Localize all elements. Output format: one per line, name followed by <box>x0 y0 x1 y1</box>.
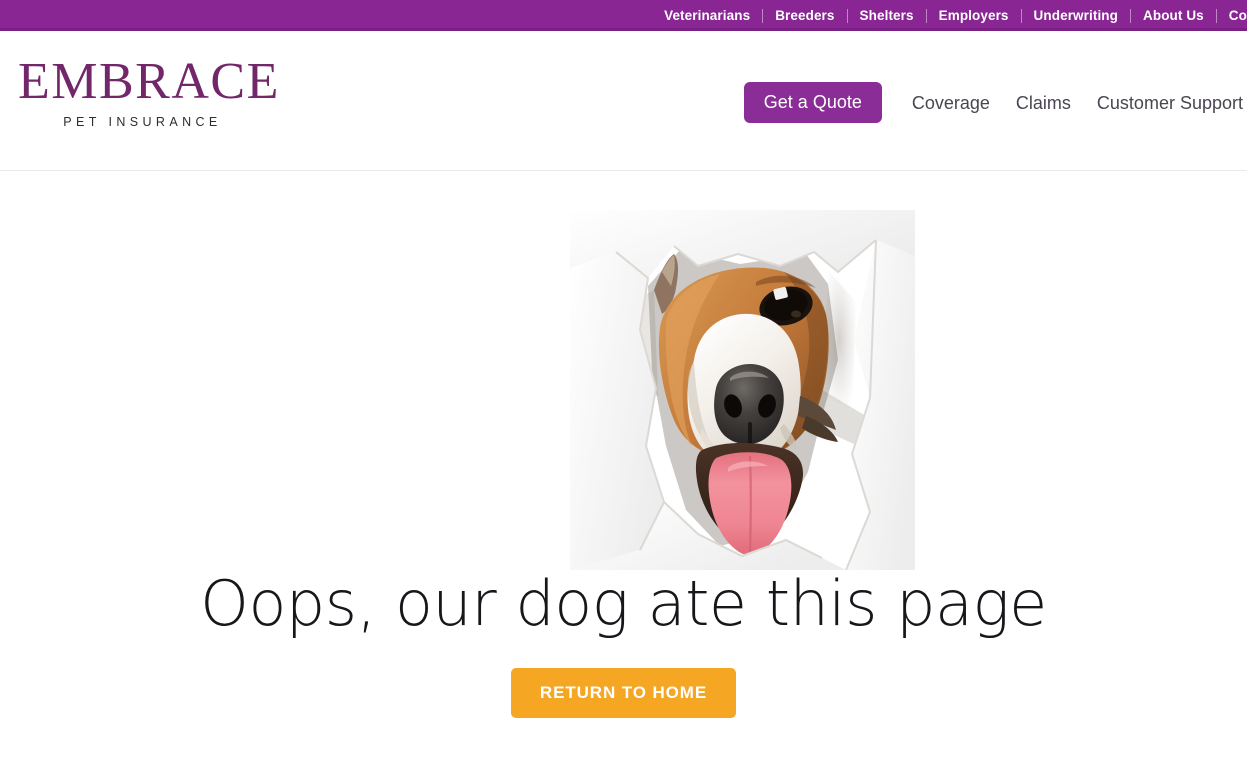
site-header: EMBRACE PET INSURANCE Get a Quote Covera… <box>0 31 1247 171</box>
utility-nav-item-about-us[interactable]: About Us <box>1131 0 1216 31</box>
utility-nav-item-veterinarians[interactable]: Veterinarians <box>652 0 762 31</box>
return-to-home-button[interactable]: RETURN TO HOME <box>510 668 737 718</box>
logo-wordmark: EMBRACE <box>18 53 280 110</box>
dog-through-paper-image <box>570 210 915 570</box>
utility-nav-link[interactable]: Underwriting <box>1022 0 1130 31</box>
logo-tagline: PET INSURANCE <box>63 115 222 129</box>
main-navigation: Get a Quote Coverage Claims Customer Sup… <box>743 82 1247 123</box>
utility-nav-link[interactable]: Breeders <box>763 0 846 31</box>
utility-nav-link[interactable]: About Us <box>1131 0 1216 31</box>
utility-nav-link[interactable]: Employers <box>927 0 1021 31</box>
error-page-content: Oops, our dog ate this page RETURN TO HO… <box>0 172 1247 760</box>
utility-nav-item-employers[interactable]: Employers <box>927 0 1021 31</box>
utility-nav-link[interactable]: Shelters <box>848 0 926 31</box>
utility-nav-item-truncated[interactable]: Co <box>1217 0 1247 31</box>
utility-nav-link[interactable]: Co <box>1217 0 1247 31</box>
utility-nav-bar: Veterinarians Breeders Shelters Employer… <box>0 0 1247 31</box>
nav-item-coverage[interactable]: Coverage <box>899 84 1003 122</box>
page-title: Oops, our dog ate this page <box>200 567 1047 640</box>
cta-container: RETURN TO HOME <box>0 668 1247 718</box>
site-logo[interactable]: EMBRACE PET INSURANCE <box>18 53 280 130</box>
page-root: Veterinarians Breeders Shelters Employer… <box>0 0 1247 760</box>
utility-nav-list: Veterinarians Breeders Shelters Employer… <box>652 0 1247 31</box>
get-a-quote-button[interactable]: Get a Quote <box>743 82 882 123</box>
utility-nav-item-underwriting[interactable]: Underwriting <box>1022 0 1130 31</box>
utility-nav-item-shelters[interactable]: Shelters <box>848 0 926 31</box>
utility-nav-link[interactable]: Veterinarians <box>652 0 762 31</box>
utility-nav-item-breeders[interactable]: Breeders <box>763 0 846 31</box>
nav-item-customer-support[interactable]: Customer Support <box>1084 84 1247 122</box>
nav-item-claims[interactable]: Claims <box>1003 84 1084 122</box>
